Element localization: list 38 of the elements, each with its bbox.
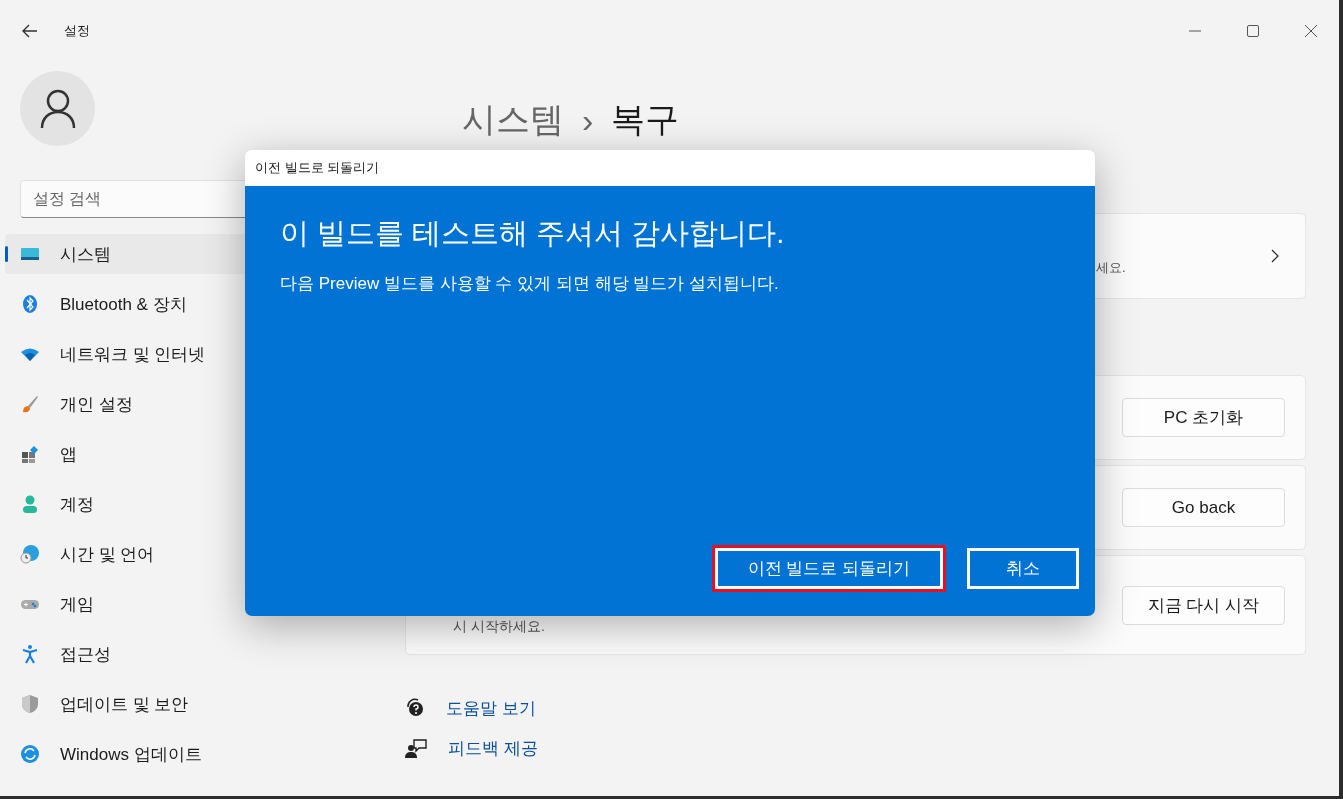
breadcrumb-separator: ›	[582, 100, 594, 140]
help-link[interactable]: 도움말 보기	[446, 696, 536, 720]
sidebar-item[interactable]: 계정	[5, 484, 335, 524]
card-button[interactable]: PC 초기화	[1122, 398, 1285, 437]
bluetooth-icon	[20, 294, 40, 314]
card-description: 세요.	[1096, 259, 1126, 277]
sidebar-item[interactable]: 업데이트 및 보안	[5, 684, 335, 724]
help-link[interactable]: 피드백 제공	[448, 736, 538, 760]
breadcrumb-parent[interactable]: 시스템	[462, 97, 564, 143]
sidebar-item[interactable]: 시간 및 언어	[5, 534, 335, 574]
sidebar-item[interactable]: 앱	[5, 434, 335, 474]
dialog-button[interactable]: 이전 빌드로 되돌리기	[714, 548, 943, 589]
window-title: 설정	[64, 22, 90, 40]
time-icon	[20, 544, 40, 564]
personalize-icon	[20, 394, 40, 414]
card-button[interactable]: 지금 다시 시작	[1122, 585, 1285, 625]
card-button[interactable]: Go back	[1122, 488, 1285, 527]
sidebar-item[interactable]: 개인 설정	[5, 384, 335, 424]
maximize-icon[interactable]	[1247, 25, 1259, 37]
back-icon[interactable]	[22, 24, 38, 38]
sidebar-item[interactable]: 네트워크 및 인터넷	[5, 334, 335, 374]
dialog-title: 이전 빌드로 되돌리기	[245, 150, 1095, 186]
update-icon	[20, 744, 40, 764]
card-description: 시 시작하세요.	[453, 618, 545, 636]
sidebar-item[interactable]: Windows 업데이트	[5, 734, 335, 774]
sidebar-item[interactable]: 접근성	[5, 634, 335, 674]
security-icon	[20, 694, 40, 714]
sidebar-item[interactable]: 게임	[5, 584, 335, 624]
chevron-icon[interactable]	[1271, 249, 1279, 263]
dialog-message: 다음 Preview 빌드를 사용할 수 있게 되면 해당 빌드가 설치됩니다.	[280, 273, 780, 295]
accessibility-icon	[20, 644, 40, 664]
help-icon	[405, 698, 425, 718]
close-icon[interactable]	[1305, 25, 1317, 37]
apps-icon	[20, 444, 40, 464]
feedback-icon	[405, 738, 427, 758]
accounts-icon	[20, 494, 40, 514]
dialog-button[interactable]: 취소	[967, 548, 1079, 589]
page-title: 복구	[611, 99, 680, 140]
